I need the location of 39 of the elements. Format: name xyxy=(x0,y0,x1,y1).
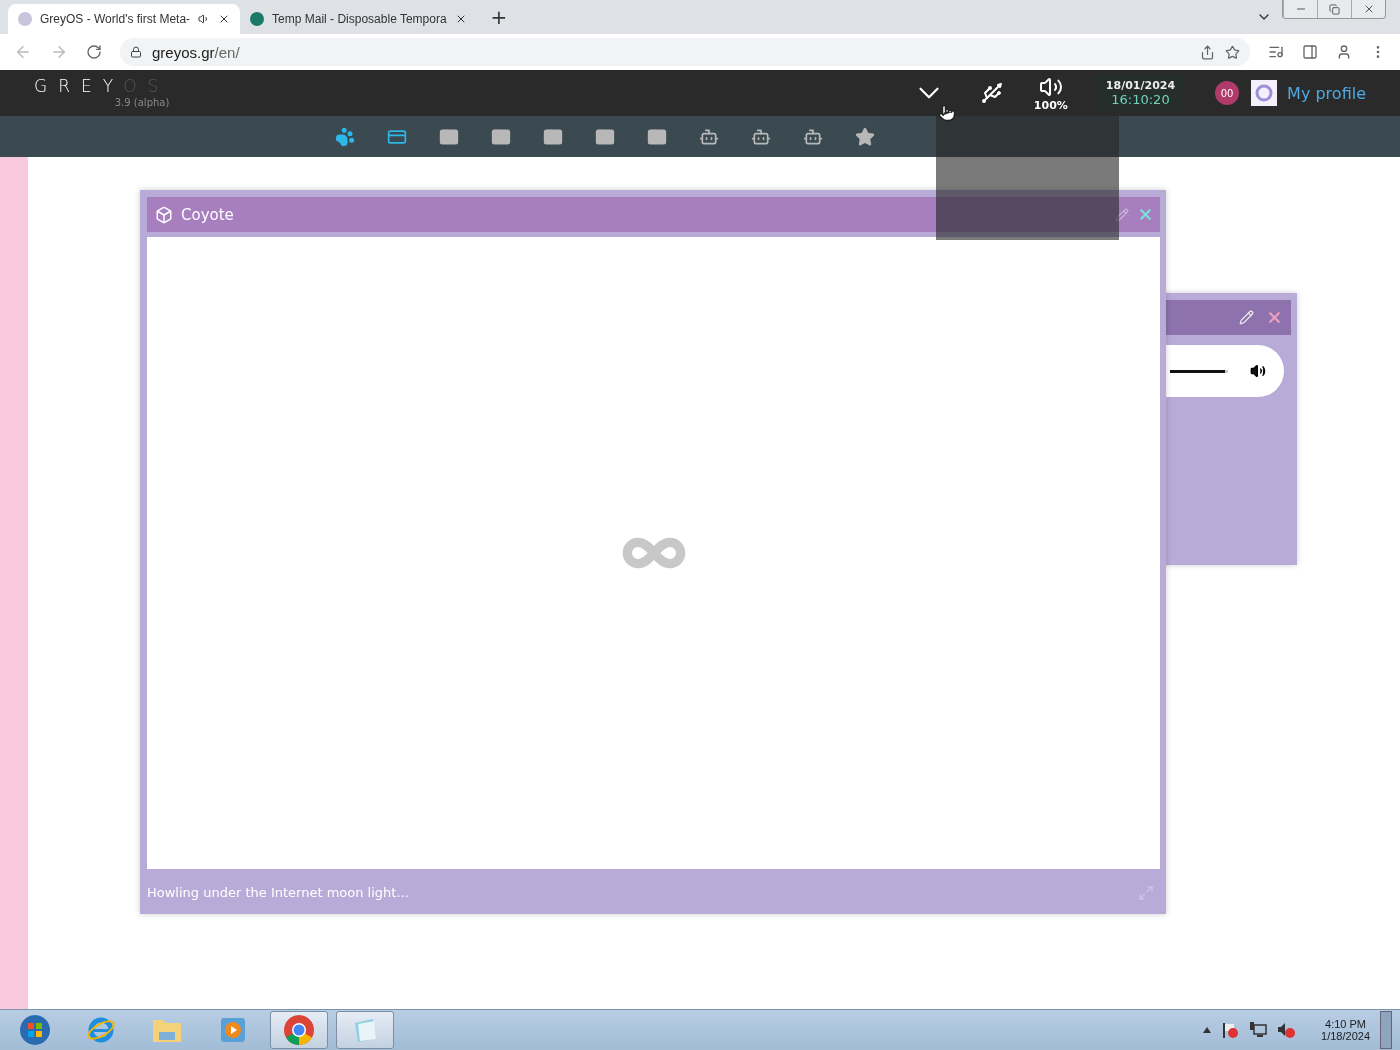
browser-tab[interactable]: GreyOS - World's first Meta- xyxy=(8,4,241,34)
cube-icon xyxy=(155,205,173,224)
restore-icon xyxy=(1329,3,1340,15)
new-tab-button[interactable]: + xyxy=(490,5,508,29)
system-clock[interactable]: 4:10 PM 1/18/2024 xyxy=(1321,1018,1370,1042)
paw-dock-button[interactable] xyxy=(334,125,356,148)
notification-badge[interactable]: 00 xyxy=(1215,81,1240,105)
play-icon xyxy=(219,1016,247,1044)
profile-link[interactable]: My profile xyxy=(1287,83,1366,103)
version-label: 3.9 (alpha) xyxy=(114,97,170,108)
network-icon[interactable] xyxy=(1249,1021,1268,1039)
media-icon[interactable] xyxy=(1268,44,1284,60)
favicon-icon xyxy=(250,12,265,26)
muted-speaker-icon[interactable] xyxy=(1277,1021,1296,1039)
caret-up-icon[interactable] xyxy=(1203,1027,1212,1033)
taskbar-button[interactable] xyxy=(336,1011,394,1049)
clock: 18/01/2024 16:10:20 xyxy=(1095,75,1186,111)
reload-icon[interactable] xyxy=(86,44,102,60)
lock-icon xyxy=(130,46,142,58)
window-title: Coyote xyxy=(181,205,235,224)
favicon-icon xyxy=(18,12,32,26)
address-field[interactable]: greyos.gr/en/ xyxy=(120,38,1250,66)
globe-e-icon xyxy=(86,1015,116,1045)
taskbar-button[interactable] xyxy=(270,1011,328,1049)
side-panel-icon[interactable] xyxy=(1302,44,1318,60)
profile-icon[interactable] xyxy=(1336,44,1352,60)
usb-icon[interactable] xyxy=(979,81,1004,105)
bookmark-icon[interactable] xyxy=(1225,44,1240,60)
flag-icon[interactable] xyxy=(1221,1021,1240,1039)
chrome-icon xyxy=(283,1014,315,1046)
browser-tab[interactable]: Temp Mail - Disposable Tempora xyxy=(240,4,477,34)
windows-orb-icon xyxy=(19,1014,51,1046)
star-dock-button[interactable] xyxy=(854,125,876,148)
speaker-icon[interactable] xyxy=(1250,363,1266,379)
volume-button[interactable]: 100% xyxy=(1033,74,1068,112)
status-text: Howling under the Internet moon light... xyxy=(147,884,409,900)
share-icon[interactable] xyxy=(1200,44,1215,60)
avatar-icon[interactable] xyxy=(1251,80,1278,106)
pencil-icon[interactable] xyxy=(1115,207,1129,222)
